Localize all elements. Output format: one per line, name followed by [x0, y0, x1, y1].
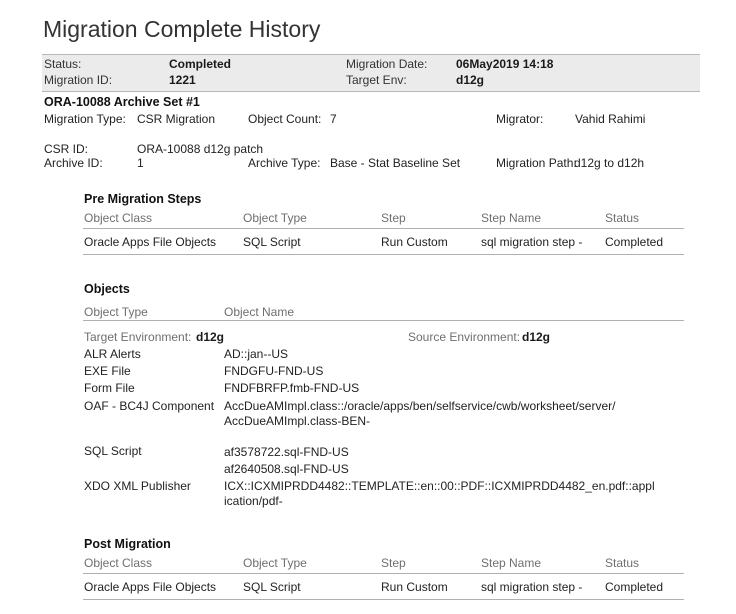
migration-date-label: Migration Date: — [346, 57, 428, 71]
archive-id-value: 1 — [137, 156, 144, 170]
csr-id-label: CSR ID: — [44, 142, 89, 156]
migration-id-label: Migration ID: — [44, 73, 113, 87]
post-col-object-type: Object Type — [243, 556, 307, 570]
pre-row-step: Run Custom — [381, 235, 448, 249]
pre-row-object-type: SQL Script — [243, 235, 301, 249]
object-name-cell: AccDueAMImpl.class::/oracle/apps/ben/sel… — [224, 399, 616, 428]
pre-steps-bottom-divider — [83, 254, 684, 255]
pre-row-status: Completed — [605, 235, 664, 249]
migrator-label: Migrator: — [496, 112, 544, 126]
pre-steps-heading: Pre Migration Steps — [84, 192, 202, 206]
archive-id-label: Archive ID: — [44, 156, 103, 170]
object-name-cell: ICX::ICXMIPRDD4482::TEMPLATE::en::00::PD… — [224, 479, 655, 508]
target-env-value: d12g — [456, 73, 485, 87]
pre-col-step-name: Step Name — [481, 211, 542, 225]
migration-date-value: 06May2019 14:18 — [456, 57, 554, 71]
object-type-cell: ALR Alerts — [84, 347, 141, 361]
post-col-step: Step — [381, 556, 406, 570]
object-type-cell: EXE File — [84, 364, 131, 378]
objects-heading: Objects — [84, 282, 130, 296]
post-row-status: Completed — [605, 580, 664, 594]
objects-divider — [83, 320, 684, 321]
archive-heading: ORA-10088 Archive Set #1 — [44, 95, 200, 109]
object-count-value: 7 — [330, 112, 337, 126]
pre-col-step: Step — [381, 211, 406, 225]
source-environment-label: Source Environment: — [408, 330, 521, 344]
pre-row-object-class: Oracle Apps File Objects — [84, 235, 217, 249]
archive-type-value: Base - Stat Baseline Set — [330, 156, 461, 170]
object-name-cell: FNDGFU-FND-US — [224, 364, 324, 378]
post-col-object-class: Object Class — [84, 556, 153, 570]
pre-col-status: Status — [605, 211, 640, 225]
pre-row-step-name: sql migration step - — [481, 235, 583, 249]
objects-col-name: Object Name — [224, 305, 295, 319]
post-col-status: Status — [605, 556, 640, 570]
object-count-label: Object Count: — [248, 112, 322, 126]
object-name-cell: FNDFBRFP.fmb-FND-US — [224, 381, 360, 395]
object-type-cell: OAF - BC4J Component — [84, 399, 215, 413]
summary-panel: Status: Completed Migration ID: 1221 Mig… — [42, 54, 700, 92]
csr-id-value: ORA-10088 d12g patch — [137, 142, 264, 156]
post-bottom-divider — [83, 599, 684, 600]
migration-path-value: d12g to d12h — [574, 156, 645, 170]
pre-col-object-class: Object Class — [84, 211, 153, 225]
object-type-cell: XDO XML Publisher — [84, 479, 191, 493]
object-name-cell: af3578722.sql-FND-US af2640508.sql-FND-U… — [224, 445, 349, 476]
pre-steps-divider — [83, 228, 684, 229]
status-value: Completed — [169, 57, 232, 71]
pre-col-object-type: Object Type — [243, 211, 307, 225]
target-environment-label: Target Environment: — [84, 330, 192, 344]
object-type-cell: Form File — [84, 381, 135, 395]
migration-type-value: CSR Migration — [137, 112, 216, 126]
archive-type-label: Archive Type: — [248, 156, 321, 170]
source-environment-value: d12g — [522, 330, 551, 344]
page-title: Migration Complete History — [43, 16, 321, 42]
post-col-step-name: Step Name — [481, 556, 542, 570]
target-environment-value: d12g — [196, 330, 225, 344]
post-row-step: Run Custom — [381, 580, 448, 594]
target-env-label: Target Env: — [346, 73, 407, 87]
post-row-step-name: sql migration step - — [481, 580, 583, 594]
post-divider — [83, 573, 684, 574]
post-row-object-class: Oracle Apps File Objects — [84, 580, 217, 594]
object-name-cell: AD::jan--US — [224, 347, 289, 361]
status-label: Status: — [44, 57, 82, 71]
objects-col-type: Object Type — [84, 305, 148, 319]
post-row-object-type: SQL Script — [243, 580, 301, 594]
post-migration-heading: Post Migration — [84, 537, 171, 551]
object-type-cell: SQL Script — [84, 444, 142, 458]
migration-type-label: Migration Type: — [44, 112, 126, 126]
migration-id-value: 1221 — [169, 73, 196, 87]
migrator-value: Vahid Rahimi — [575, 112, 646, 126]
migration-path-label: Migration Path: — [496, 156, 577, 170]
